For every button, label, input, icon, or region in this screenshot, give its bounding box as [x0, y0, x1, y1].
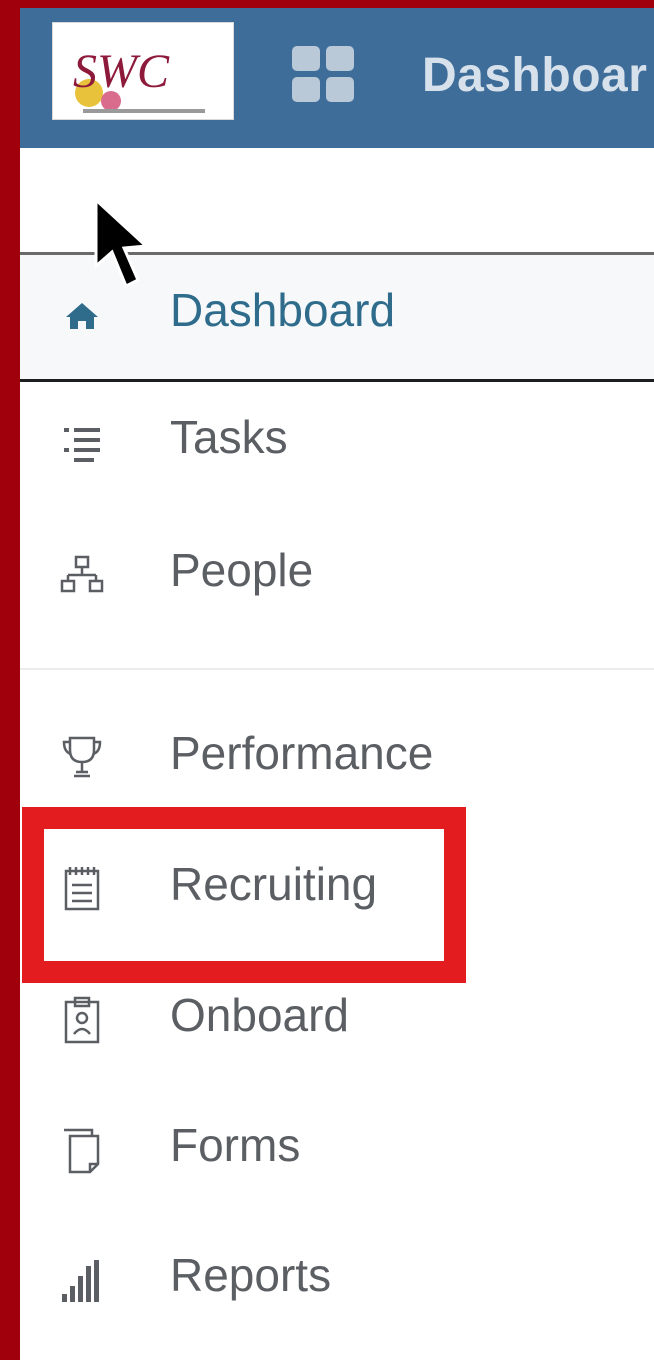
- trophy-icon: [62, 736, 102, 778]
- logo-text: SWC: [73, 45, 170, 98]
- sidebar-item-performance[interactable]: Performance: [20, 698, 654, 818]
- sidebar-item-reports[interactable]: Reports: [20, 1220, 654, 1340]
- org-chart-icon: [60, 555, 104, 593]
- sidebar-item-forms[interactable]: Forms: [20, 1090, 654, 1210]
- sidebar-item-label: Dashboard: [170, 284, 396, 336]
- swc-logo[interactable]: SWC: [52, 22, 234, 120]
- sidebar-item-tasks[interactable]: Tasks: [20, 382, 654, 502]
- sidebar-item-label: Tasks: [170, 411, 288, 463]
- sidebar-item-label: Onboard: [170, 989, 350, 1041]
- mouse-cursor-icon: [94, 196, 150, 289]
- logo-graphic: SWC: [73, 45, 205, 113]
- sidebar-item-label: Forms: [170, 1119, 301, 1171]
- bar-chart-icon: [62, 1260, 99, 1302]
- sidebar-item-label: Reports: [170, 1249, 332, 1301]
- pages-icon: [64, 1128, 100, 1174]
- list-icon: [64, 428, 100, 462]
- frame-top: [0, 0, 654, 8]
- sidebar-item-label: Performance: [170, 727, 434, 779]
- highlight-box: [22, 807, 466, 983]
- sidebar-item-label: People: [170, 544, 314, 596]
- divider: [20, 668, 654, 670]
- frame-left: [0, 0, 20, 1360]
- sidebar-panel: Dashboard Tasks People Performance Recru…: [20, 148, 654, 1360]
- apps-grid-icon[interactable]: [292, 46, 354, 102]
- page-title: Dashboar: [422, 49, 648, 102]
- sidebar-item-people[interactable]: People: [20, 515, 654, 635]
- top-bar: SWC Dashboar: [20, 8, 654, 148]
- clipboard-icon: [64, 996, 100, 1044]
